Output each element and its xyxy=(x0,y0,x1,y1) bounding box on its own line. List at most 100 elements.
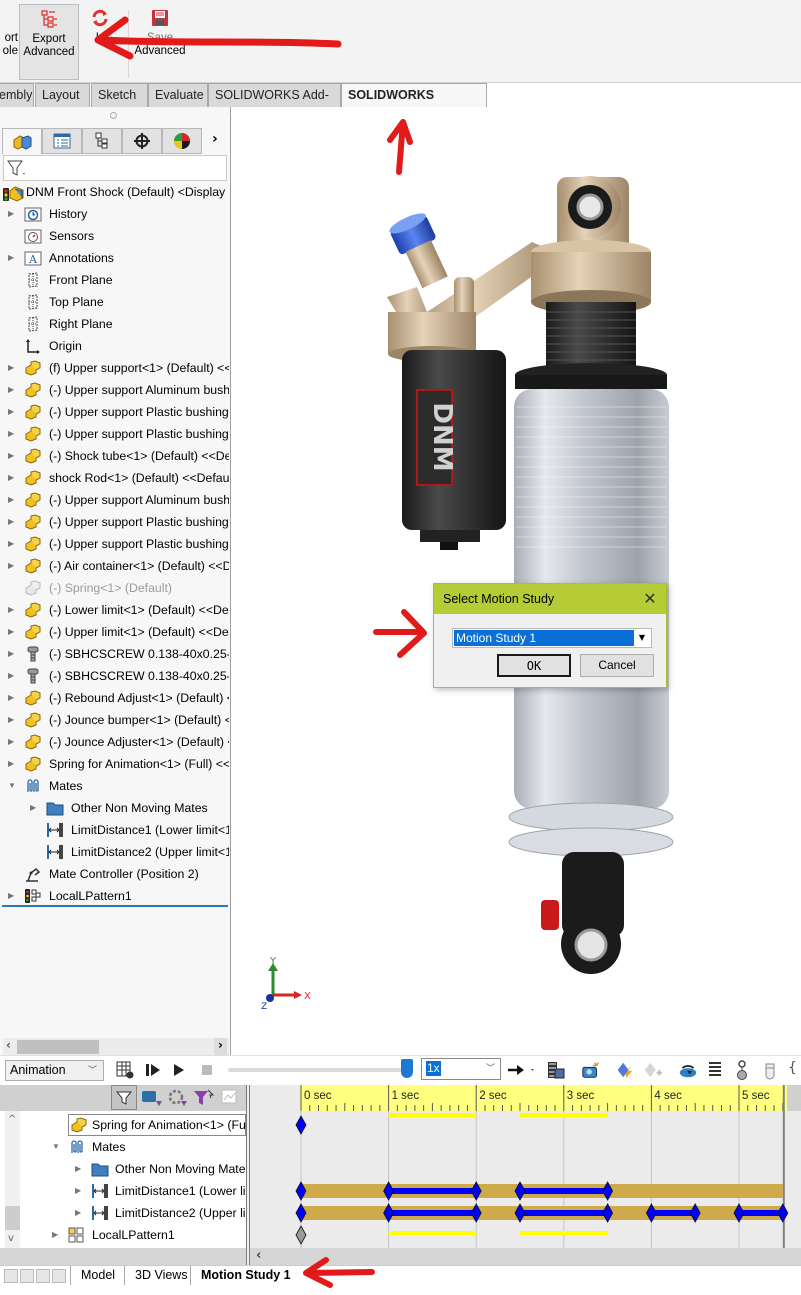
tree-item[interactable]: ▶ (-) Jounce bumper<1> (Default) < xyxy=(0,709,229,731)
tree-item[interactable]: ▶ (-) Upper support Aluminum bush xyxy=(0,489,229,511)
yellow-change-bar[interactable] xyxy=(388,1113,477,1117)
blue-interpolation-bar[interactable] xyxy=(739,1210,783,1216)
tree-item[interactable]: ▶ (-) Upper support Aluminum bush xyxy=(0,379,229,401)
tree-item[interactable]: Right Plane xyxy=(0,313,229,335)
stop-button[interactable] xyxy=(197,1060,217,1080)
expand-arrow-icon[interactable]: ▶ xyxy=(52,1224,60,1246)
expand-arrow-icon[interactable]: ▶ xyxy=(75,1158,83,1180)
filter-results-button[interactable] xyxy=(193,1088,215,1111)
expand-arrow-icon[interactable]: ▶ xyxy=(8,357,16,379)
tree-item[interactable]: Origin xyxy=(0,335,229,357)
motion-tree-item[interactable]: ▶Spring for Animation<1> (Fu xyxy=(68,1114,246,1136)
expand-arrow-icon[interactable]: ▶ xyxy=(8,687,16,709)
expand-arrow-icon[interactable]: ▶ xyxy=(30,797,38,819)
tree-item[interactable]: ▶ (-) Upper support Plastic bushing< xyxy=(0,533,229,555)
tab-evaluate[interactable]: Evaluate xyxy=(148,83,208,107)
expand-arrow-icon[interactable]: ▶ xyxy=(8,467,16,489)
expand-arrow-icon[interactable]: ▶ xyxy=(8,643,16,665)
timeline-chart[interactable]: 0 sec 1 sec 2 sec 3 sec 4 sec 5 sec xyxy=(250,1085,801,1248)
tree-item[interactable]: ▶ (-) Air container<1> (Default) <<D xyxy=(0,555,229,577)
blue-interpolation-bar[interactable] xyxy=(388,1210,477,1216)
expand-arrow-icon[interactable]: ▶ xyxy=(8,709,16,731)
tab-assembly[interactable]: embly xyxy=(0,83,34,107)
expand-arrow-icon[interactable]: ▶ xyxy=(8,555,16,577)
tree-item[interactable]: ▶ (-) Jounce Adjuster<1> (Default) < xyxy=(0,731,229,753)
expand-arrow-icon[interactable]: ▶ xyxy=(8,533,16,555)
motion-tree-item[interactable]: ▶ LocalLPattern1 xyxy=(0,1224,246,1246)
motion-tree-item[interactable]: ▼ Mates xyxy=(0,1136,246,1158)
motion-tree-item[interactable]: ▶ LimitDistance2 (Upper lir xyxy=(0,1202,246,1224)
expand-arrow-icon[interactable]: ▶ xyxy=(8,621,16,643)
expand-arrow-icon[interactable]: ▶ xyxy=(8,489,16,511)
add-key-button[interactable] xyxy=(643,1060,663,1080)
expand-arrow-icon[interactable]: ▶ xyxy=(8,885,16,907)
toolbar-overflow-icon[interactable]: { xyxy=(788,1060,797,1076)
tree-item[interactable]: ▶ Other Non Moving Mates xyxy=(0,797,229,819)
yellow-change-bar[interactable] xyxy=(520,1231,608,1235)
tree-item[interactable]: ▶ LocalLPattern1 xyxy=(0,885,229,907)
expand-arrow-icon[interactable]: ▶ xyxy=(8,445,16,467)
expand-arrow-icon[interactable]: ▶ xyxy=(8,731,16,753)
key-point[interactable] xyxy=(295,1115,307,1135)
expand-arrow-icon[interactable]: ▶ xyxy=(8,511,16,533)
tree-item[interactable]: ▶ (-) Shock tube<1> (Default) <<De xyxy=(0,445,229,467)
tree-item[interactable]: Mate Controller (Position 2) xyxy=(0,863,229,885)
study-type-select[interactable]: Animation ﹀ xyxy=(5,1060,104,1081)
tree-item[interactable]: (-) Spring<1> (Default) xyxy=(0,577,229,599)
playback-slider-thumb[interactable] xyxy=(401,1059,413,1078)
playback-mode-button[interactable] xyxy=(506,1060,538,1080)
tab-motion-study-1[interactable]: Motion Study 1 xyxy=(190,1266,301,1285)
expand-arrow-icon[interactable]: ▶ xyxy=(75,1202,83,1224)
yellow-change-bar[interactable] xyxy=(388,1231,477,1235)
last-tab-button[interactable] xyxy=(52,1269,66,1283)
scrollbar-thumb[interactable] xyxy=(17,1040,99,1054)
tab-sketch[interactable]: Sketch xyxy=(91,83,148,107)
close-icon[interactable]: ✕ xyxy=(640,588,660,610)
tab-solidworks-addins[interactable]: SOLIDWORKS Add-Ins xyxy=(208,83,341,124)
chevron-down-icon[interactable]: ▼ xyxy=(635,631,649,645)
tree-item[interactable]: ▶ (-) Lower limit<1> (Default) <<De xyxy=(0,599,229,621)
filter-selected-button[interactable] xyxy=(167,1088,189,1111)
play-from-start-button[interactable] xyxy=(143,1060,163,1080)
gravity-button[interactable] xyxy=(760,1060,780,1080)
key-point-gray[interactable] xyxy=(295,1225,307,1245)
filter-graph-button[interactable] xyxy=(221,1088,243,1111)
displaymanager-tab[interactable] xyxy=(162,128,202,154)
prev-tab-button[interactable] xyxy=(20,1269,34,1283)
playback-speed-select[interactable]: 1x ﹀ xyxy=(421,1058,501,1080)
save-advanced-button[interactable]: Save Advanced xyxy=(130,4,190,80)
tab-model[interactable]: Model xyxy=(70,1266,125,1285)
expand-arrow-icon[interactable]: ▶ xyxy=(8,599,16,621)
expand-arrow-icon[interactable]: ▶ xyxy=(8,753,16,775)
tree-item[interactable]: ▶ (-) Rebound Adjust<1> (Default) < xyxy=(0,687,229,709)
tree-item[interactable]: ▶ (-) SBHCSCREW 0.138-40x0.25-HX xyxy=(0,665,229,687)
scroll-right-icon[interactable]: › xyxy=(214,1038,227,1055)
first-tab-button[interactable] xyxy=(4,1269,18,1283)
tree-item[interactable]: LimitDistance1 (Lower limit<1 xyxy=(0,819,229,841)
motion-tree-item[interactable]: ▶ Other Non Moving Mate xyxy=(0,1158,246,1180)
dimxpert-tab[interactable] xyxy=(122,128,162,154)
expand-arrow-icon[interactable]: ▶ xyxy=(8,665,16,687)
tab-3d-views[interactable]: 3D Views xyxy=(124,1266,198,1285)
tree-item[interactable]: ▶ Spring for Animation<1> (Full) << xyxy=(0,753,229,775)
motion-tree-item[interactable]: ▶ LimitDistance1 (Lower lir xyxy=(0,1180,246,1202)
next-tab-button[interactable] xyxy=(36,1269,50,1283)
filter-animated-button[interactable] xyxy=(111,1085,137,1110)
motor-button[interactable] xyxy=(678,1060,698,1080)
scroll-left-icon[interactable]: ‹ xyxy=(256,1248,261,1263)
propertymanager-tab[interactable] xyxy=(42,128,82,154)
export-advanced-button[interactable]: Export Advanced xyxy=(19,4,79,80)
chevron-right-icon[interactable]: › xyxy=(212,131,218,147)
tree-filter-input[interactable] xyxy=(3,155,227,181)
tree-item[interactable]: ▶ (-) Upper support Plastic bushing< xyxy=(0,401,229,423)
scroll-up-icon[interactable]: ^ xyxy=(8,1114,16,1125)
blue-interpolation-bar[interactable] xyxy=(651,1210,696,1216)
expand-arrow-icon[interactable]: ▶ xyxy=(8,247,16,269)
spring-button[interactable] xyxy=(705,1060,725,1080)
tree-item[interactable]: ▶ A Annotations xyxy=(0,247,229,269)
contact-button[interactable] xyxy=(732,1060,752,1080)
expand-arrow-icon[interactable]: ▶ xyxy=(8,379,16,401)
timeline-horizontal-scrollbar[interactable]: ‹ xyxy=(250,1248,801,1265)
scroll-left-icon[interactable]: ‹ xyxy=(6,1038,11,1052)
tree-item[interactable]: LimitDistance2 (Upper limit<1 xyxy=(0,841,229,863)
